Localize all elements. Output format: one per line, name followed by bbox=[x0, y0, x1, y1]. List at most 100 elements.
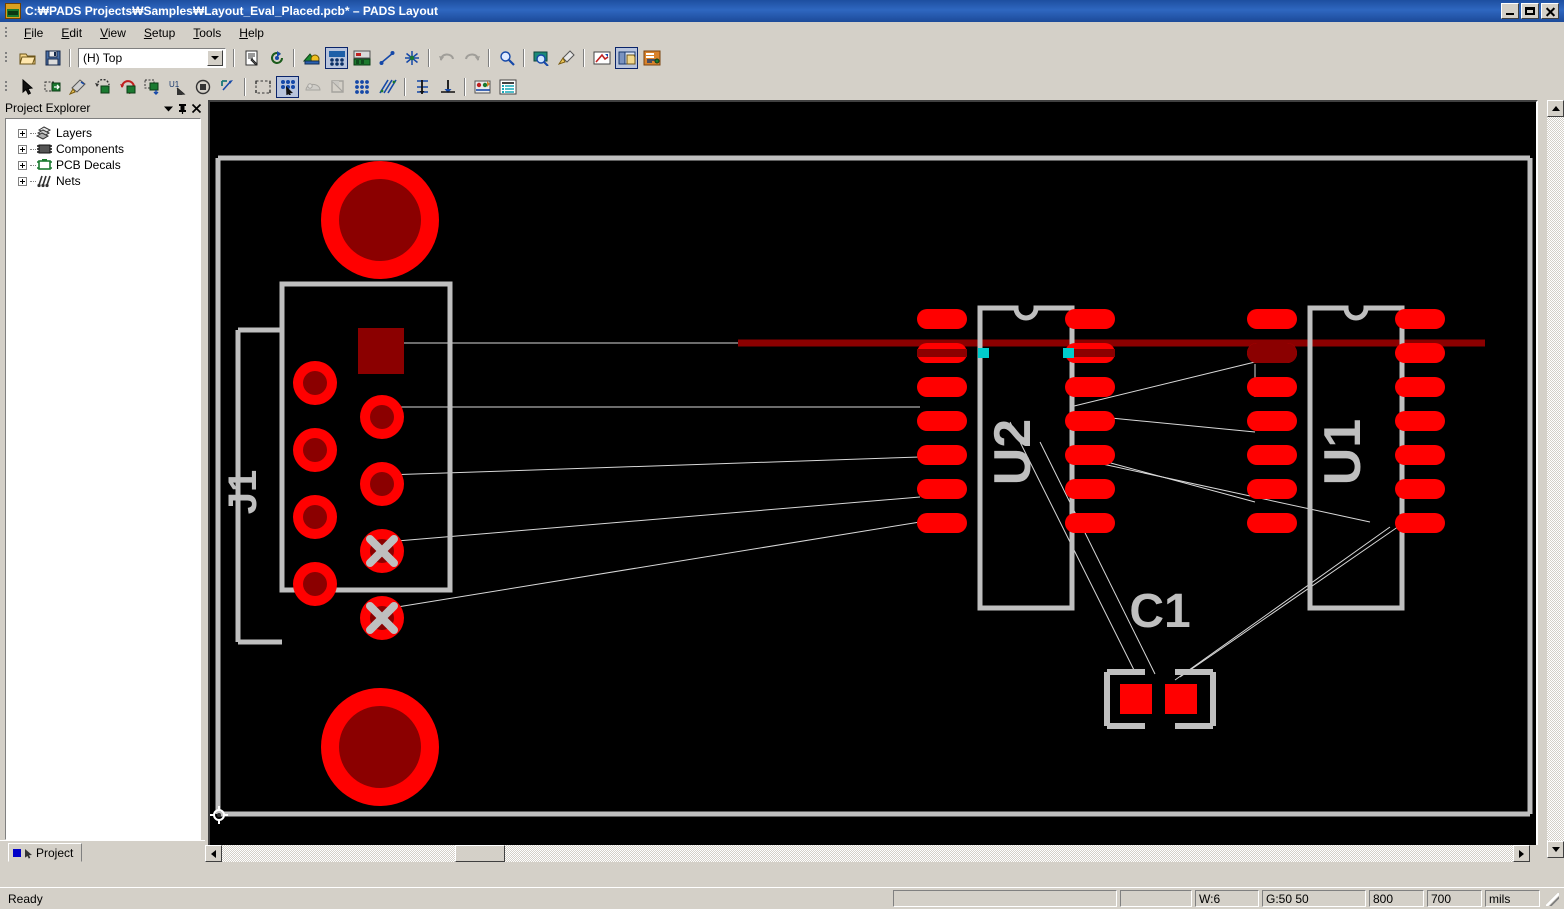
project-tree[interactable]: Layers Components PCB Decals Nets bbox=[5, 118, 201, 840]
pad-c1-1[interactable] bbox=[1120, 684, 1152, 714]
swap-parts-button[interactable] bbox=[376, 76, 399, 98]
tab-project[interactable]: Project bbox=[8, 843, 83, 862]
minimize-button[interactable] bbox=[1501, 3, 1519, 19]
rotate-cw-button[interactable] bbox=[116, 76, 139, 98]
scroll-down-button[interactable] bbox=[1547, 841, 1564, 858]
status-grid-field: G:50 50 bbox=[1262, 890, 1366, 907]
select-arrow-button[interactable] bbox=[16, 76, 39, 98]
menu-drag-grip[interactable] bbox=[3, 25, 11, 41]
menu-edit[interactable]: Edit bbox=[52, 24, 91, 42]
component-label-j1: J1 bbox=[221, 470, 265, 515]
menu-file[interactable]: File bbox=[15, 24, 52, 42]
pin-icon[interactable] bbox=[175, 101, 189, 115]
chevron-down-icon[interactable] bbox=[207, 50, 223, 66]
toolbar-separator bbox=[293, 49, 295, 67]
status-y-field: 700 bbox=[1427, 890, 1482, 907]
standard-toolbar-grip[interactable] bbox=[3, 50, 11, 66]
room-button[interactable] bbox=[326, 76, 349, 98]
report-button[interactable] bbox=[240, 47, 263, 69]
expand-icon[interactable] bbox=[18, 160, 27, 170]
save-file-button[interactable] bbox=[41, 47, 64, 69]
drafting-toolbar-button[interactable] bbox=[325, 47, 348, 69]
status-message-field bbox=[893, 890, 1117, 907]
zoom-area-button[interactable] bbox=[530, 47, 553, 69]
pour-manager-button[interactable] bbox=[590, 47, 613, 69]
cluster-button[interactable] bbox=[251, 76, 274, 98]
vscroll-track[interactable] bbox=[1547, 117, 1564, 841]
union-button[interactable] bbox=[301, 76, 324, 98]
tree-item-layers[interactable]: Layers bbox=[6, 125, 200, 141]
menu-setup[interactable]: Setup bbox=[135, 24, 184, 42]
gate-swap-button[interactable] bbox=[436, 76, 459, 98]
component-label-c1: C1 bbox=[1129, 585, 1190, 638]
standard-toolbar: (H) Top bbox=[0, 45, 1564, 71]
tab-label: Project bbox=[36, 845, 74, 860]
menu-tools[interactable]: Tools bbox=[184, 24, 230, 42]
route-toolbar-button[interactable] bbox=[375, 47, 398, 69]
move-part-button[interactable] bbox=[41, 76, 64, 98]
pads-router-button[interactable] bbox=[640, 47, 663, 69]
layer-combo[interactable]: (H) Top bbox=[78, 48, 226, 68]
status-secondary-field bbox=[1120, 890, 1192, 907]
pcb-canvas-frame[interactable]: J1 U2 U1 C1 bbox=[208, 100, 1538, 858]
project-explorer-panel: Project Explorer Layers Components PCB D… bbox=[0, 100, 205, 862]
menu-help[interactable]: Help bbox=[230, 24, 273, 42]
pad-j1-1[interactable] bbox=[358, 328, 404, 374]
tree-item-nets[interactable]: Nets bbox=[6, 173, 200, 189]
close-button[interactable] bbox=[1541, 3, 1559, 19]
expand-icon[interactable] bbox=[18, 144, 27, 154]
toolbar-separator bbox=[523, 49, 525, 67]
expand-icon[interactable] bbox=[18, 128, 27, 138]
pcb-decal-icon bbox=[36, 158, 53, 173]
toolbar-separator bbox=[233, 49, 235, 67]
board-outline-button[interactable] bbox=[350, 47, 373, 69]
zoom-button[interactable] bbox=[495, 47, 518, 69]
canvas-horizontal-scrollbar[interactable] bbox=[205, 845, 1547, 862]
pad-c1-2[interactable] bbox=[1165, 684, 1197, 714]
pin-swap-button[interactable] bbox=[411, 76, 434, 98]
scroll-right-button[interactable] bbox=[1513, 845, 1530, 862]
glue-part-button[interactable] bbox=[66, 76, 89, 98]
menu-view[interactable]: View bbox=[91, 24, 135, 42]
mdi-child-area: J1 U2 U1 C1 bbox=[205, 100, 1564, 862]
dimension-toolbar-button[interactable] bbox=[400, 47, 423, 69]
toolbar-separator bbox=[428, 49, 430, 67]
sweep-button[interactable] bbox=[555, 47, 578, 69]
spin-ccw-button[interactable] bbox=[91, 76, 114, 98]
undo-button[interactable] bbox=[435, 47, 458, 69]
hscroll-thumb[interactable] bbox=[455, 845, 505, 862]
hscroll-track[interactable] bbox=[222, 845, 1530, 862]
status-width-field: W:6 bbox=[1195, 890, 1259, 907]
align-button[interactable] bbox=[216, 76, 239, 98]
scroll-left-button[interactable] bbox=[205, 845, 222, 862]
pcb-design-canvas[interactable]: J1 U2 U1 C1 bbox=[210, 102, 1536, 856]
tree-item-pcb-decals[interactable]: PCB Decals bbox=[6, 157, 200, 173]
resize-grip[interactable] bbox=[1544, 891, 1560, 907]
design-rules-button[interactable] bbox=[471, 76, 494, 98]
close-icon[interactable] bbox=[189, 101, 203, 115]
nudge-button[interactable] bbox=[191, 76, 214, 98]
scatter-parts-button[interactable] bbox=[351, 76, 374, 98]
open-file-button[interactable] bbox=[16, 47, 39, 69]
refresh-button[interactable] bbox=[265, 47, 288, 69]
project-square-icon bbox=[13, 848, 21, 857]
design-toolbar-grip[interactable] bbox=[3, 79, 11, 95]
expand-icon[interactable] bbox=[18, 176, 27, 186]
select-components-button[interactable] bbox=[276, 76, 299, 98]
move-reference-button[interactable]: U1 bbox=[166, 76, 189, 98]
layer-list-button[interactable] bbox=[496, 76, 519, 98]
tree-item-components[interactable]: Components bbox=[6, 141, 200, 157]
maximize-button[interactable] bbox=[1521, 3, 1539, 19]
window-title: C:₩PADS Projects₩Samples₩Layout_Eval_Pla… bbox=[25, 4, 438, 18]
flip-side-button[interactable] bbox=[141, 76, 164, 98]
redo-button[interactable] bbox=[460, 47, 483, 69]
layer-display-button[interactable] bbox=[300, 47, 323, 69]
project-explorer-button[interactable] bbox=[615, 47, 638, 69]
toolbar-separator bbox=[69, 49, 71, 67]
scroll-up-button[interactable] bbox=[1547, 100, 1564, 117]
toolbar-separator bbox=[488, 49, 490, 67]
canvas-vertical-scrollbar[interactable] bbox=[1547, 100, 1564, 858]
toolbar-separator bbox=[464, 78, 466, 96]
chevron-down-icon[interactable] bbox=[161, 101, 175, 115]
pads-app-icon bbox=[5, 3, 21, 19]
